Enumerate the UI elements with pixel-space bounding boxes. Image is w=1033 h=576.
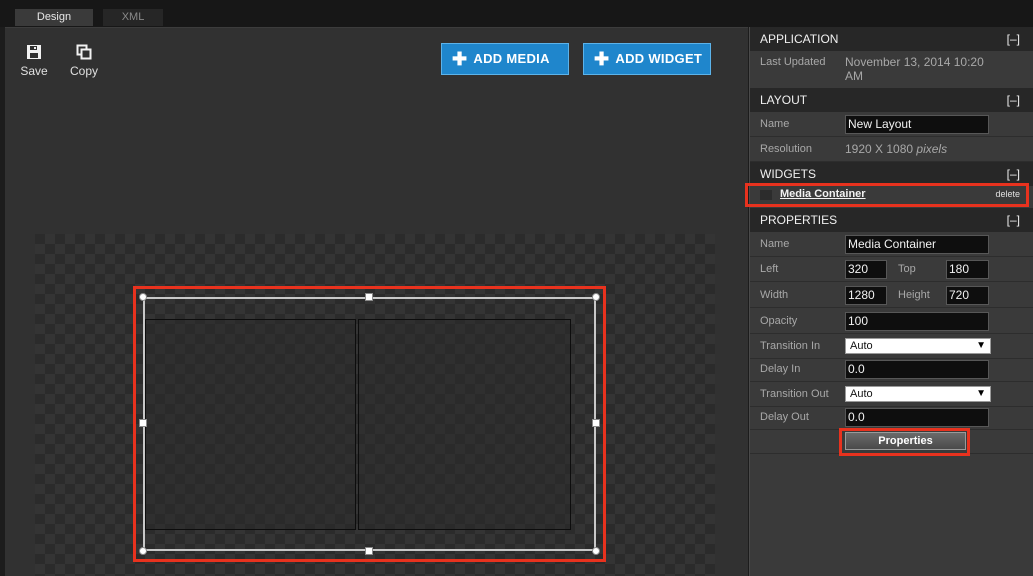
resolution-value: 1920 X 1080 pixels xyxy=(845,142,948,156)
prop-delay-out-input[interactable]: 0.0 xyxy=(845,408,989,427)
tab-xml[interactable]: XML xyxy=(103,9,163,26)
properties-section-header: PROPERTIES [–] xyxy=(750,208,1033,232)
widget-item-highlight xyxy=(745,183,1029,207)
app-window: Design XML Save Copy ✚ ADD MEDIA ✚ ADD WID… xyxy=(0,0,1033,576)
prop-transition-in-label: Transition In xyxy=(760,340,821,352)
prop-left-label: Left xyxy=(760,263,779,275)
last-updated-row: Last Updated November 13, 2014 10:20 AM xyxy=(750,51,1033,91)
resize-handle-top-left[interactable] xyxy=(139,293,147,301)
prop-height-input[interactable]: 720 xyxy=(946,286,989,305)
add-media-button[interactable]: ✚ ADD MEDIA xyxy=(441,43,569,75)
prop-opacity-input[interactable]: 100 xyxy=(845,312,989,331)
properties-title: PROPERTIES xyxy=(760,213,838,227)
media-region-left[interactable] xyxy=(145,319,356,530)
application-title: APPLICATION xyxy=(760,32,839,46)
prop-transition-in-row: Transition In Auto ▼ xyxy=(750,334,1033,359)
layout-name-input[interactable]: New Layout xyxy=(845,115,989,134)
last-updated-value: November 13, 2014 10:20 xyxy=(845,55,984,69)
dropdown-arrow-icon: ▼ xyxy=(976,388,986,399)
add-widget-button[interactable]: ✚ ADD WIDGET xyxy=(583,43,711,75)
resize-handle-left[interactable] xyxy=(139,419,147,427)
resolution-row: Resolution 1920 X 1080 pixels xyxy=(750,137,1033,162)
resize-handle-right[interactable] xyxy=(592,419,600,427)
prop-transition-out-row: Transition Out Auto ▼ xyxy=(750,382,1033,407)
resize-handle-bottom-right[interactable] xyxy=(592,547,600,555)
properties-button-highlight xyxy=(839,428,970,456)
prop-delay-in-row: Delay In 0.0 xyxy=(750,357,1033,382)
copy-label: Copy xyxy=(69,64,98,78)
layout-section-header: LAYOUT [–] xyxy=(750,88,1033,112)
prop-size-row: Width 1280 Height 720 xyxy=(750,283,1033,308)
prop-position-row: Left 320 Top 180 xyxy=(750,257,1033,282)
layout-collapse-button[interactable]: [–] xyxy=(1007,88,1020,112)
prop-opacity-row: Opacity 100 xyxy=(750,309,1033,334)
copy-button[interactable]: Copy xyxy=(64,44,104,78)
resize-handle-top-right[interactable] xyxy=(592,293,600,301)
tab-strip: Design XML xyxy=(0,0,1033,27)
save-icon xyxy=(27,45,41,59)
transition-out-value: Auto xyxy=(850,388,873,400)
prop-delay-in-input[interactable]: 0.0 xyxy=(845,360,989,379)
prop-name-input[interactable]: Media Container xyxy=(845,235,989,254)
resize-handle-bottom-left[interactable] xyxy=(139,547,147,555)
prop-delay-out-row: Delay Out 0.0 xyxy=(750,405,1033,430)
application-section-header: APPLICATION [–] xyxy=(750,27,1033,51)
prop-width-input[interactable]: 1280 xyxy=(845,286,887,305)
widgets-title: WIDGETS xyxy=(760,167,816,181)
tab-design[interactable]: Design xyxy=(15,9,93,26)
media-region-right[interactable] xyxy=(358,319,571,530)
last-updated-value-ampm: AM xyxy=(845,69,863,83)
prop-transition-out-label: Transition Out xyxy=(760,388,829,400)
resize-handle-bottom[interactable] xyxy=(365,547,373,555)
plus-icon: ✚ xyxy=(594,49,610,69)
add-widget-label: ADD WIDGET xyxy=(615,51,703,66)
save-button[interactable]: Save xyxy=(14,44,54,78)
prop-top-label: Top xyxy=(898,263,916,275)
dropdown-arrow-icon: ▼ xyxy=(976,340,986,351)
prop-delay-out-label: Delay Out xyxy=(760,411,809,423)
layout-name-label: Name xyxy=(760,118,790,130)
last-updated-label: Last Updated xyxy=(760,56,826,68)
plus-icon: ✚ xyxy=(452,49,468,69)
transition-in-value: Auto xyxy=(850,340,873,352)
prop-opacity-label: Opacity xyxy=(760,315,798,327)
transition-in-select[interactable]: Auto ▼ xyxy=(845,338,991,354)
application-collapse-button[interactable]: [–] xyxy=(1007,27,1020,51)
transition-out-select[interactable]: Auto ▼ xyxy=(845,386,991,402)
copy-icon xyxy=(76,44,92,60)
prop-name-row: Name Media Container xyxy=(750,232,1033,257)
layout-name-row: Name New Layout xyxy=(750,112,1033,137)
properties-panel: APPLICATION [–] Last Updated November 13… xyxy=(749,27,1033,576)
resolution-label: Resolution xyxy=(760,143,812,155)
layout-title: LAYOUT xyxy=(760,93,808,107)
prop-height-label: Height xyxy=(898,289,930,301)
properties-collapse-button[interactable]: [–] xyxy=(1007,208,1020,232)
prop-width-label: Width xyxy=(760,289,789,301)
prop-left-input[interactable]: 320 xyxy=(845,260,887,279)
prop-delay-in-label: Delay In xyxy=(760,363,801,375)
prop-name-label: Name xyxy=(760,238,790,250)
add-media-label: ADD MEDIA xyxy=(473,51,550,66)
resize-handle-top[interactable] xyxy=(365,293,373,301)
save-label: Save xyxy=(20,64,48,78)
prop-top-input[interactable]: 180 xyxy=(946,260,989,279)
